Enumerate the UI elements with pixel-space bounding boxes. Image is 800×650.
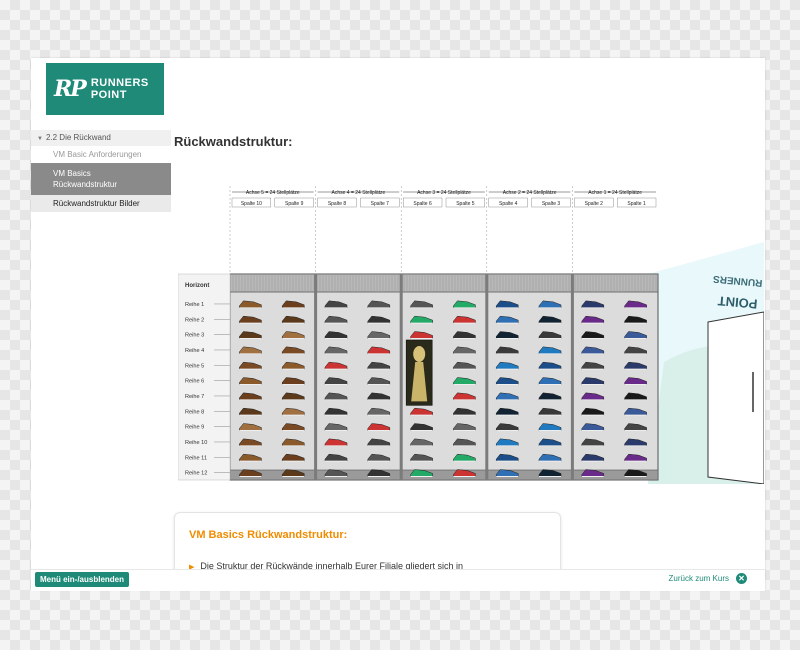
back-to-course-link[interactable]: Zurück zum Kurs xyxy=(669,574,729,583)
triangle-down-icon: ▼ xyxy=(37,136,43,142)
axis-label: Achse 1 = 24 Stellplätze xyxy=(588,190,642,196)
axis-label: Achse 3 = 24 Stellplätze xyxy=(417,190,471,196)
row-label: Reihe 4 xyxy=(185,348,204,354)
column-label: Spalte 5 xyxy=(456,201,475,207)
sidebar-section-header[interactable]: ▼ 2.2 Die Rückwand xyxy=(31,130,171,146)
sidebar-item-label-line-1: VM Basics xyxy=(53,169,91,178)
column-label: Spalte 6 xyxy=(413,201,432,207)
info-box: VM Basics Rückwandstruktur: ▶ Die Struktu… xyxy=(174,512,561,574)
axis-label: Achse 2 = 24 Stellplätze xyxy=(503,190,557,196)
row-label: Reihe 10 xyxy=(185,440,207,446)
logo-line-2: POINT xyxy=(90,89,127,101)
row-label: Reihe 9 xyxy=(185,425,204,431)
store-door xyxy=(707,311,764,484)
sidebar-item-vm-basics-rueckwandstruktur[interactable]: VM Basics Rückwandstruktur xyxy=(31,163,171,195)
column-label: Spalte 9 xyxy=(285,201,304,207)
axis-divider xyxy=(314,274,318,480)
rear-wall-diagram: Achse 5 = 24 Stellplätze Spalte 10 Spalte … xyxy=(178,186,764,484)
poster-figure-head xyxy=(413,346,426,362)
horizont-label: Horizont xyxy=(185,283,209,289)
axis-divider xyxy=(485,274,489,480)
row-label: Reihe 6 xyxy=(185,379,204,385)
row-label: Reihe 11 xyxy=(185,455,207,461)
axis-divider xyxy=(570,274,574,480)
page-title: Rückwandstruktur: xyxy=(174,134,293,149)
column-label: Spalte 1 xyxy=(627,201,646,207)
column-label: Spalte 4 xyxy=(499,201,518,207)
logo-text: RUNNERS POINT xyxy=(91,77,149,101)
course-window: RP RUNNERS POINT ▼ 2.2 Die Rückwand VM Ba… xyxy=(31,58,765,591)
sidebar-item-vm-basic-anforderungen[interactable]: VM Basic Anforderungen xyxy=(31,146,171,163)
row-label: Reihe 7 xyxy=(185,394,204,400)
close-icon[interactable]: ✕ xyxy=(736,573,747,584)
column-label: Spalte 7 xyxy=(371,201,390,207)
axis-label: Achse 4 = 24 Stellplätze xyxy=(332,190,386,196)
sidebar-item-rueckwandstruktur-bilder[interactable]: Rückwandstruktur Bilder xyxy=(31,195,171,212)
axis-divider xyxy=(399,274,403,480)
column-label: Spalte 2 xyxy=(585,201,604,207)
logo-mark: RP xyxy=(54,76,87,102)
column-label: Spalte 3 xyxy=(542,201,561,207)
course-sidebar: ▼ 2.2 Die Rückwand VM Basic Anforderungen… xyxy=(31,130,171,212)
row-label: Reihe 12 xyxy=(185,471,207,477)
row-label: Reihe 2 xyxy=(185,317,204,323)
column-label: Spalte 8 xyxy=(328,201,347,207)
row-label: Reihe 3 xyxy=(185,333,204,339)
runners-point-logo: RP RUNNERS POINT xyxy=(46,63,164,115)
row-label: Reihe 5 xyxy=(185,363,204,369)
column-label: Spalte 10 xyxy=(241,201,262,207)
horizont-band xyxy=(229,273,659,293)
logo-line-1: RUNNERS xyxy=(90,77,149,89)
bottom-bar: Menü ein-/ausblenden Zurück zum Kurs ✕ xyxy=(31,569,765,591)
axis-label: Achse 5 = 24 Stellplätze xyxy=(246,190,300,196)
row-label: Reihe 1 xyxy=(185,302,204,308)
sidebar-item-label-line-2: Rückwandstruktur xyxy=(53,180,118,189)
sidebar-section-label: 2.2 Die Rückwand xyxy=(45,133,111,142)
menu-toggle-button[interactable]: Menü ein-/ausblenden xyxy=(35,572,130,587)
info-box-title: VM Basics Rückwandstruktur: xyxy=(189,529,348,541)
row-label: Reihe 8 xyxy=(185,409,204,415)
